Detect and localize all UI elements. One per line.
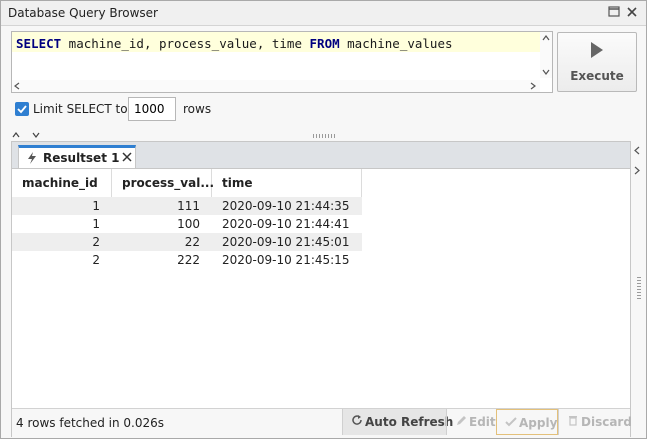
column-header-time[interactable]: time [212, 169, 362, 197]
table-row[interactable]: 2 222 2020-09-10 21:45:15 [12, 251, 362, 269]
column-header-machine-id[interactable]: machine_id [12, 169, 112, 197]
results-panel: Resultset 1 machine_id process_val... ti… [11, 141, 632, 437]
cell-time: 2020-09-10 21:45:15 [222, 253, 350, 267]
discard-button[interactable]: Discard [558, 409, 632, 435]
sql-columns: machine_id, process_value, time [61, 36, 310, 51]
result-tabs: Resultset 1 [12, 142, 630, 169]
table-row[interactable]: 2 22 2020-09-10 21:45:01 [12, 233, 362, 251]
query-browser-window: Database Query Browser SELECT machine_id… [0, 0, 647, 439]
window-title: Database Query Browser [8, 6, 158, 20]
edit-label: Edit [469, 415, 496, 429]
table-row[interactable]: 1 111 2020-09-10 21:44:35 [12, 197, 362, 215]
scroll-right-icon[interactable] [530, 82, 536, 93]
cell-process-value: 22 [184, 235, 200, 249]
sql-keyword-select: SELECT [16, 36, 62, 51]
tab-label: Resultset 1 [43, 151, 120, 165]
limit-checkbox[interactable] [15, 102, 29, 116]
pencil-icon [453, 409, 469, 435]
restore-icon[interactable] [607, 5, 621, 19]
checkmark-icon [17, 105, 27, 114]
scroll-down-icon[interactable] [542, 68, 550, 78]
sql-text[interactable]: SELECT machine_id, process_value, time F… [16, 36, 453, 51]
cell-time: 2020-09-10 21:45:01 [222, 235, 350, 249]
cell-process-value: 100 [177, 217, 200, 231]
lightning-icon [27, 151, 37, 168]
execute-label: Execute [570, 69, 624, 83]
side-panel-collapse-icon[interactable] [634, 145, 640, 158]
column-header-process-value[interactable]: process_val... [112, 169, 214, 197]
apply-button[interactable]: Apply [496, 409, 558, 435]
limit-input[interactable] [128, 97, 176, 121]
pane-splitter[interactable] [1, 129, 646, 141]
close-tab-icon[interactable] [121, 151, 133, 166]
cell-machine-id: 1 [92, 217, 100, 231]
cell-process-value: 111 [177, 199, 200, 213]
status-bar: 4 rows fetched in 0.026s Auto Refresh Ed… [12, 408, 632, 437]
table-row[interactable]: 1 100 2020-09-10 21:44:41 [12, 215, 362, 233]
play-icon [590, 41, 604, 62]
trash-icon [565, 409, 581, 435]
side-splitter-grip[interactable] [637, 277, 641, 299]
edit-button[interactable]: Edit [446, 409, 496, 435]
editor-horizontal-scrollbar[interactable] [12, 80, 540, 92]
close-icon[interactable] [625, 5, 639, 19]
discard-label: Discard [581, 415, 632, 429]
auto-refresh-label: Auto Refresh [365, 415, 454, 429]
cell-machine-id: 2 [92, 235, 100, 249]
cell-machine-id: 1 [92, 199, 100, 213]
editor-vertical-scrollbar[interactable] [540, 32, 552, 78]
apply-label: Apply [519, 416, 558, 430]
side-panel-expand-icon[interactable] [634, 165, 640, 178]
cell-machine-id: 2 [92, 253, 100, 267]
auto-refresh-button[interactable]: Auto Refresh [342, 409, 453, 435]
sql-editor[interactable]: SELECT machine_id, process_value, time F… [11, 31, 553, 93]
fetch-status: 4 rows fetched in 0.026s [16, 416, 165, 430]
check-icon [503, 410, 519, 436]
sql-keyword-from: FROM [309, 36, 340, 51]
execute-button[interactable]: Execute [557, 32, 637, 92]
tab-resultset-1[interactable]: Resultset 1 [18, 145, 136, 168]
splitter-grip[interactable] [313, 134, 337, 138]
sql-table: machine_values [339, 36, 453, 51]
cell-process-value: 222 [177, 253, 200, 267]
rows-label: rows [183, 102, 212, 116]
limit-label: Limit SELECT to: [33, 102, 132, 116]
cell-time: 2020-09-10 21:44:35 [222, 199, 350, 213]
refresh-icon [349, 409, 365, 435]
title-bar: Database Query Browser [1, 1, 646, 26]
collapse-up-icon[interactable] [12, 131, 20, 141]
collapse-down-icon[interactable] [32, 131, 40, 141]
cell-time: 2020-09-10 21:44:41 [222, 217, 350, 231]
scroll-left-icon[interactable] [14, 82, 20, 93]
scroll-up-icon[interactable] [542, 34, 550, 44]
